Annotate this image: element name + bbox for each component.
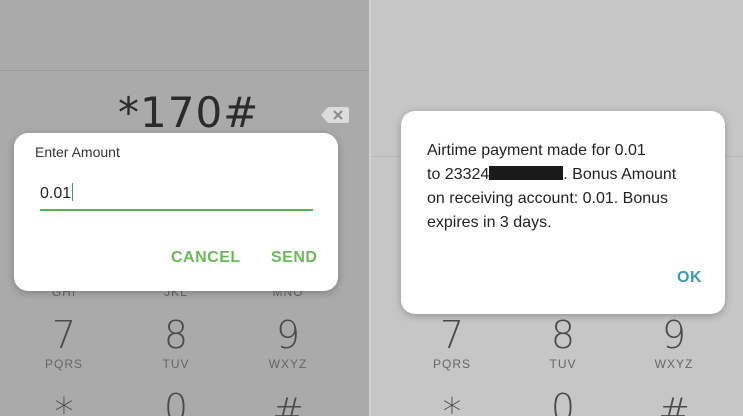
cancel-button[interactable]: CANCEL <box>171 249 241 267</box>
left-screen: *170# GHI JKL MNO 7 PQRS 8 TUV 9 WXYZ * … <box>0 0 369 416</box>
key-star[interactable]: * <box>412 392 492 416</box>
amount-value: 0.01 <box>40 185 72 202</box>
ok-button[interactable]: OK <box>677 269 702 287</box>
key-8[interactable]: 8 TUV <box>523 315 603 371</box>
key-0[interactable]: 0 <box>523 388 603 416</box>
message-line-4: expires in 3 days. <box>427 214 552 231</box>
divider-line <box>0 70 369 71</box>
key-7[interactable]: 7 PQRS <box>412 315 492 371</box>
message-line-2: to 23324. Bonus Amount <box>427 166 677 183</box>
key-8[interactable]: 8 TUV <box>136 315 216 371</box>
key-9[interactable]: 9 WXYZ <box>634 315 714 371</box>
dialed-number: *170# <box>118 88 260 137</box>
key-7[interactable]: 7 PQRS <box>24 315 104 371</box>
text-caret <box>72 183 74 201</box>
key-hash[interactable]: # <box>634 392 714 416</box>
message-line-3: on receiving account: 0.01. Bonus <box>427 190 669 207</box>
backspace-icon[interactable] <box>321 107 349 123</box>
dialog-title: Enter Amount <box>35 144 120 160</box>
key-star[interactable]: * <box>24 392 104 416</box>
message-line-1: Airtime payment made for 0.01 <box>427 142 646 159</box>
redacted-number <box>489 166 564 180</box>
key-0[interactable]: 0 <box>136 388 216 416</box>
enter-amount-dialog: Enter Amount 0.01 CANCEL SEND <box>14 133 338 291</box>
ussd-message-dialog: Airtime payment made for 0.01 to 23324. … <box>401 111 725 314</box>
key-hash[interactable]: # <box>248 392 328 416</box>
input-underline <box>40 209 313 211</box>
send-button[interactable]: SEND <box>271 249 317 267</box>
message-text: Airtime payment made for 0.01 to 23324. … <box>427 139 713 235</box>
amount-input[interactable]: 0.01 <box>40 183 74 203</box>
key-9[interactable]: 9 WXYZ <box>248 315 328 371</box>
